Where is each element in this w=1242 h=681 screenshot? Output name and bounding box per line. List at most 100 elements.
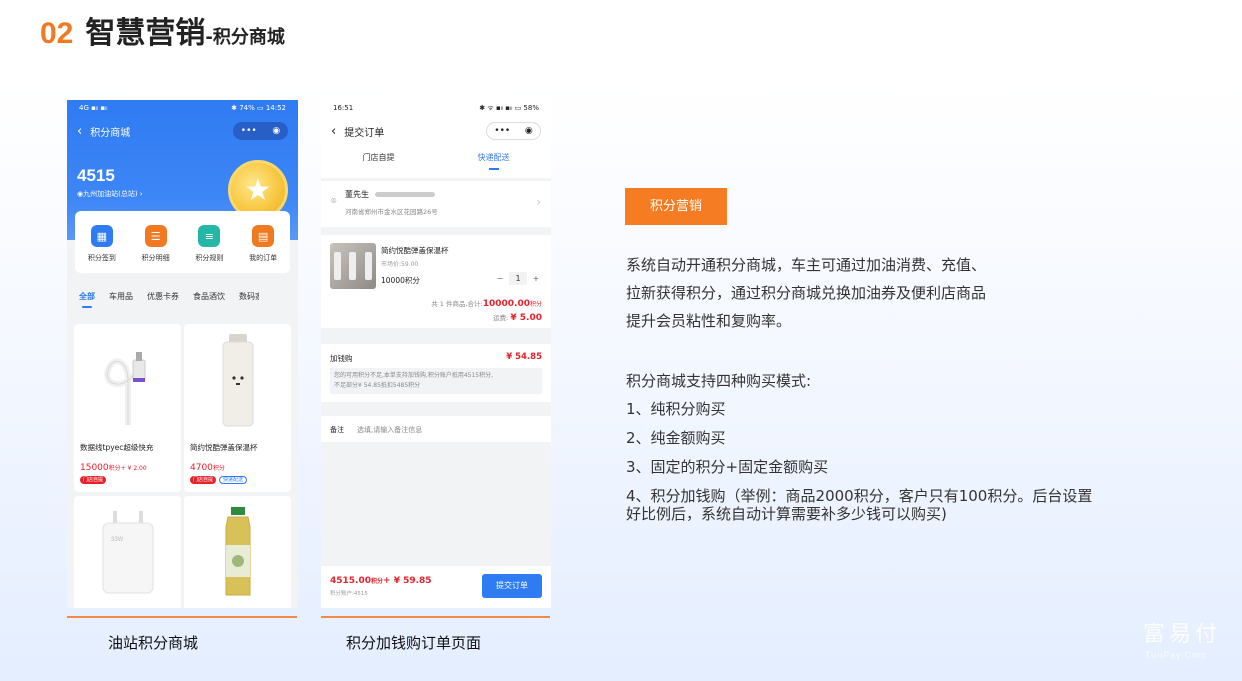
remark-row: 备注 选填,请输入备注信息	[321, 416, 551, 442]
shortcut-checkin[interactable]: ▦ 积分签到	[88, 225, 116, 263]
tab-all[interactable]: 全部	[79, 291, 95, 308]
shortcut-card: ▦ 积分签到 ☰ 积分明细 ≡ 积分规则 ▤ 我的订单	[75, 211, 290, 273]
close-icon[interactable]: ◉	[272, 126, 280, 136]
tab-food-drinks[interactable]: 食品酒饮	[193, 291, 225, 302]
mini-program-capsule[interactable]: ••• ◉	[486, 122, 541, 140]
tab-car-goods[interactable]: 车用品	[109, 291, 133, 302]
payable-sum: 4515.00积分+ ¥ 59.85	[330, 576, 432, 586]
product-thumbnail	[330, 243, 376, 289]
product-name: 数据线tpyec超级快充	[80, 443, 154, 452]
status-time: ✱ 74% ▭ 14:52	[231, 104, 286, 112]
points-balance: 4515	[77, 166, 115, 185]
close-icon[interactable]: ◉	[525, 126, 533, 136]
shortcut-rules[interactable]: ≡ 积分规则	[195, 225, 223, 263]
watermark-url: TuiiPay.Com	[1145, 650, 1207, 660]
pickup-tag: 门店自提	[190, 476, 217, 484]
order-icon: ▤	[252, 225, 275, 247]
mode-item: 2、纯金额购买	[626, 429, 726, 447]
description-line: 系统自动开通积分商城，车主可通过加油消费、充值、	[626, 256, 987, 274]
section-subtitle: -积分商城	[205, 27, 285, 48]
quantity-value[interactable]: 1	[509, 272, 527, 285]
address-line: 河南省郑州市金水区花园路26号	[345, 208, 438, 216]
shortcut-label: 我的订单	[249, 254, 278, 262]
tab-express-delivery[interactable]: 快递配送	[436, 152, 551, 170]
caption-underline	[321, 616, 550, 618]
tab-store-pickup[interactable]: 门店自提	[321, 152, 436, 163]
modes-title: 积分商城支持四种购买模式:	[626, 372, 812, 390]
mode-item: 1、纯积分购买	[626, 400, 726, 418]
order-item: 简约悦酷弹盖保温杯 市场价:59.00 10000积分 − 1 + 共 1 件商…	[321, 235, 551, 328]
order-page-screenshot: 16:51 ✱ ᯤ ▪ₗₗ ▪ₗₗ ▭ 58% ‹ 提交订单 ••• ◉ 门店自…	[321, 100, 551, 608]
category-tabs: 全部 车用品 优惠卡券 食品酒饮 数码家	[79, 291, 259, 308]
mini-program-capsule[interactable]: ••• ◉	[233, 122, 288, 140]
shortcut-details[interactable]: ☰ 积分明细	[142, 225, 170, 263]
product-name: 简约悦酷弹盖保温杯	[190, 443, 258, 452]
pickup-tag: 门店自提	[80, 476, 107, 484]
charger-image: 33W	[74, 496, 181, 608]
add-money-purchase: 加钱购 ¥ 54.85 您的可用积分不足,本单支持加钱购,积分账户抵用4515积…	[321, 344, 551, 402]
station-selector[interactable]: ◉九州加油站(总站) ›	[77, 189, 143, 199]
product-card[interactable]: 数据线tpyec超级快充 15000积分+ ¥ 2.00 门店自提	[74, 324, 181, 492]
delivery-tabs: 门店自提 快递配送	[321, 152, 551, 170]
back-icon[interactable]: ‹	[331, 124, 336, 139]
submit-bar: 4515.00积分+ ¥ 59.85 积分账户:4515 提交订单	[321, 566, 551, 608]
market-price: 市场价:59.00	[381, 261, 419, 268]
more-icon[interactable]: •••	[241, 126, 257, 136]
nav-bar: ‹ 积分商城 ••• ◉	[67, 120, 298, 142]
order-total: 共 1 件商品,合计:10000.00积分	[431, 299, 542, 309]
shortcut-label: 积分规则	[195, 254, 224, 262]
submit-order-button[interactable]: 提交订单	[482, 574, 542, 598]
product-card[interactable]: 简约悦酷弹盖保温杯 4700积分 门店自提 快递配送	[184, 324, 291, 492]
calendar-icon: ▦	[90, 225, 113, 247]
order-header: 16:51 ✱ ᯤ ▪ₗₗ ▪ₗₗ ▭ 58% ‹ 提交订单 ••• ◉ 门店自…	[321, 100, 551, 178]
points-mall-caption: 油站积分商城	[108, 634, 199, 652]
shortcut-label: 积分签到	[87, 254, 116, 262]
remark-input[interactable]: 选填,请输入备注信息	[357, 425, 422, 435]
jqg-amount: ¥ 54.85	[506, 352, 542, 362]
description-line: 提升会员粘性和复购率。	[626, 312, 792, 330]
description-line: 拉新获得积分，通过积分商城兑换加油券及便利店商品	[626, 284, 987, 302]
status-bar: 16:51 ✱ ᯤ ▪ₗₗ ▪ₗₗ ▭ 58%	[321, 100, 551, 116]
remark-label: 备注	[330, 426, 344, 434]
product-card[interactable]	[184, 496, 291, 608]
plus-button[interactable]: +	[530, 274, 542, 283]
more-icon[interactable]: •••	[494, 126, 510, 136]
nav-title: 提交订单	[344, 127, 385, 139]
back-icon[interactable]: ‹	[77, 124, 82, 139]
shortcut-label: 积分明细	[141, 254, 170, 262]
quantity-stepper: − 1 +	[494, 272, 542, 285]
slide-title: 02 智慧营销 -积分商城	[40, 8, 285, 52]
jqg-label: 加钱购	[330, 354, 353, 363]
usb-cable-image	[74, 324, 181, 436]
thermos-cup-image	[184, 324, 291, 436]
recipient-name: 董先生	[345, 190, 369, 199]
status-signal: 4G ▪ₗₗ ▪ₗₗ	[79, 104, 108, 112]
tab-digital[interactable]: 数码家	[239, 291, 259, 302]
nav-title: 积分商城	[90, 127, 131, 139]
nav-bar: ‹ 提交订单 ••• ◉	[321, 120, 551, 142]
recipient: 董先生	[345, 189, 435, 200]
tea-bottle-image	[184, 496, 291, 608]
status-bar: 4G ▪ₗₗ ▪ₗₗ ✱ 74% ▭ 14:52	[67, 100, 298, 116]
status-signal: ✱ ᯤ ▪ₗₗ ▪ₗₗ ▭ 58%	[479, 103, 539, 112]
status-time: 16:51	[333, 104, 354, 112]
product-name: 简约悦酷弹盖保温杯	[381, 246, 449, 255]
points-account: 积分账户:4515	[330, 591, 368, 597]
product-price: 15000积分+ ¥ 2.00	[80, 463, 147, 473]
address-card[interactable]: ⌾ 董先生 河南省郑州市金水区花园路26号 ›	[321, 181, 551, 227]
svg-text:33W: 33W	[111, 537, 124, 543]
jqg-note: 您的可用积分不足,本单支持加钱购,积分账户抵用4515积分, 不足部分¥ 54.…	[330, 368, 542, 394]
ledger-icon: ☰	[144, 225, 167, 247]
shortcut-orders[interactable]: ▤ 我的订单	[249, 225, 277, 263]
order-page-caption: 积分加钱购订单页面	[346, 634, 482, 652]
shipping-fee: 运费: ¥ 5.00	[493, 313, 542, 323]
chevron-right-icon: ›	[536, 195, 541, 209]
product-points: 10000积分	[381, 276, 420, 285]
minus-button[interactable]: −	[494, 274, 506, 283]
product-price: 4700积分	[190, 463, 225, 473]
mode-item: 3、固定的积分+固定金额购买	[626, 458, 829, 476]
points-marketing-badge: 积分营销	[625, 188, 727, 225]
location-pin-icon: ⌾	[331, 197, 337, 207]
product-card[interactable]: 33W	[74, 496, 181, 608]
tab-coupons[interactable]: 优惠卡券	[147, 291, 179, 302]
